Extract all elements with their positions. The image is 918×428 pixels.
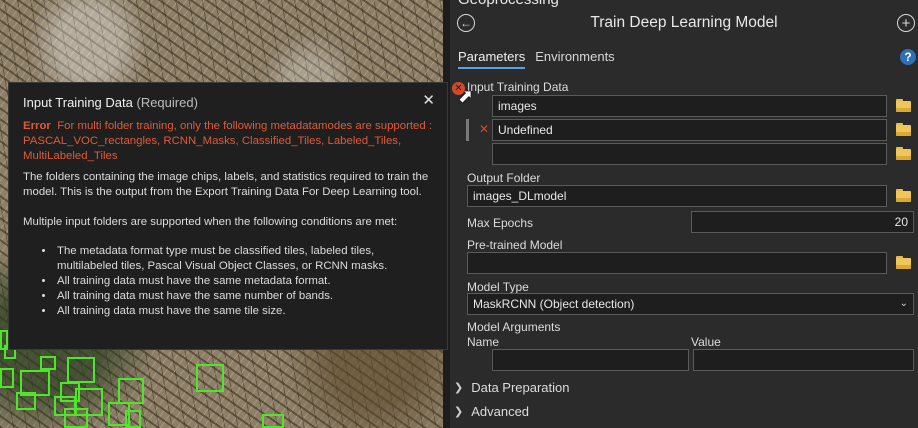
pretrained-model-input[interactable] [467,252,887,274]
pane-header: Geoprocessing [458,0,559,8]
tab-parameters[interactable]: Parameters [458,49,526,69]
output-folder-label: Output Folder [467,171,541,185]
folder-icon[interactable] [895,123,913,137]
model-type-value: MaskRCNN (Object detection) [473,297,635,311]
chevron-right-icon: ❯ [454,406,464,418]
section-advanced[interactable]: ❯ Advanced [454,404,529,419]
error-icon: ✕ [479,122,490,136]
training-data-row-1[interactable]: images [492,95,887,117]
row-drag-handle[interactable] [466,119,469,141]
folder-icon[interactable] [895,256,913,270]
detection-box [196,364,224,392]
tooltip-description: The folders containing the image chips, … [23,171,429,198]
help-icon[interactable]: ? [900,49,916,65]
error-message: For multi folder training, only the foll… [23,120,433,162]
condition-item: All training data must have the same til… [55,304,433,319]
training-data-row-3[interactable] [492,143,887,165]
condition-item: All training data must have the same met… [55,274,433,289]
input-training-data-label: Input Training Data [467,80,569,94]
detection-box [262,414,284,428]
tooltip-error: Error For multi folder training, only th… [23,119,433,164]
detection-box [125,410,141,428]
model-argument-value-input[interactable] [693,349,914,371]
condition-item: All training data must have the same num… [55,289,433,304]
max-epochs-label: Max Epochs [467,216,534,230]
geoprocessing-pane: Geoprocessing ← Train Deep Learning Mode… [450,0,918,428]
section-label: Advanced [471,404,530,419]
tooltip-conditions-intro: Multiple input folders are supported whe… [23,216,398,228]
tooltip-title-text: Input Training Data [23,95,133,110]
detection-box [16,392,36,410]
tooltip-required-text: (Required) [136,95,198,110]
detection-box [0,368,14,388]
folder-icon[interactable] [895,189,913,203]
plus-icon[interactable]: + [897,14,915,32]
pretrained-model-label: Pre-trained Model [467,238,563,252]
max-epochs-input[interactable]: 20 [691,211,914,233]
output-folder-input[interactable]: images_DLmodel [467,185,887,207]
condition-item: The metadata format type must be classif… [55,244,433,274]
detection-box [118,378,144,404]
model-type-select[interactable]: MaskRCNN (Object detection) ⌄ [467,293,914,315]
detection-box [67,357,95,383]
folder-icon[interactable] [895,147,913,161]
section-data-preparation[interactable]: ❯ Data Preparation [454,380,570,395]
model-type-label: Model Type [467,280,529,294]
model-arguments-label: Model Arguments [467,320,561,334]
tab-environments[interactable]: Environments [535,49,614,69]
model-argument-name-input[interactable] [492,349,689,371]
pane-tabs: Parameters Environments [458,49,615,69]
close-icon[interactable]: ✕ [422,91,435,109]
chevron-down-icon: ⌄ [899,298,908,309]
error-label: Error [23,120,51,132]
tool-title: Train Deep Learning Model [590,14,778,31]
model-arguments-name-header: Name [467,335,500,349]
tooltip-title: Input Training Data (Required) [23,95,433,110]
folder-icon[interactable] [895,99,913,113]
training-data-row-2[interactable]: Undefined [492,119,887,141]
detection-box [64,408,88,428]
detection-box [40,356,56,370]
mouse-cursor-icon: ⬈ [458,86,474,106]
chevron-right-icon: ❯ [454,382,464,394]
tooltip-conditions-list: The metadata format type must be classif… [55,244,433,319]
model-arguments-value-header: Value [691,335,721,349]
section-label: Data Preparation [471,380,570,395]
parameter-tooltip: Input Training Data (Required) ✕ Error F… [8,82,448,350]
